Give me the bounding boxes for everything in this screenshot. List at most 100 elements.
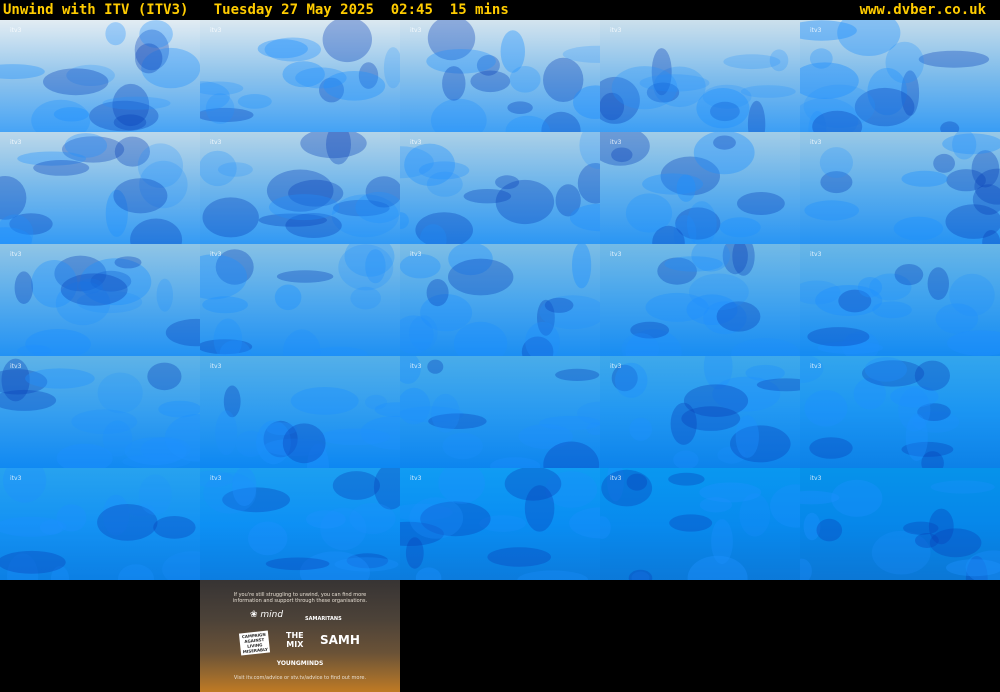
- ink-blob: [430, 98, 487, 132]
- thumbnail-frame[interactable]: itv3: [400, 244, 600, 356]
- thumbnail-frame[interactable]: itv3: [600, 20, 800, 132]
- ink-blob: [200, 150, 237, 187]
- channel-watermark: itv3: [610, 27, 622, 34]
- thumbnail-frame[interactable]: itv3: [400, 132, 600, 244]
- ink-blob: [56, 504, 87, 532]
- thumbnail-frame[interactable]: itv3: [0, 356, 200, 468]
- ink-blob: [2, 468, 47, 503]
- thumbnail-frame[interactable]: itv3: [400, 356, 600, 468]
- ink-blob: [135, 43, 163, 74]
- channel-watermark: itv3: [410, 27, 422, 34]
- ink-blob: [905, 413, 928, 461]
- channel-watermark: itv3: [610, 363, 622, 370]
- ink-blob: [495, 179, 555, 225]
- advice-card-thumbnail[interactable]: If you're still struggling to unwind, yo…: [200, 580, 400, 692]
- ink-blob: [0, 176, 27, 220]
- ink-blob: [696, 88, 750, 129]
- thumbnail-frame[interactable]: itv3: [600, 244, 800, 356]
- ink-blob: [737, 192, 785, 215]
- ink-blob: [415, 567, 442, 580]
- ink-blob: [426, 279, 449, 307]
- ink-blob: [885, 41, 924, 84]
- ink-blob: [139, 20, 173, 48]
- thumbnail-frame[interactable]: itv3: [800, 132, 1000, 244]
- ink-cloud-graphic: [200, 468, 400, 580]
- channel-watermark: itv3: [810, 139, 822, 146]
- ink-blob: [555, 368, 600, 381]
- thumbnail-frame[interactable]: itv3: [800, 356, 1000, 468]
- ink-blob: [431, 393, 460, 433]
- thumbnail-frame[interactable]: itv3: [0, 244, 200, 356]
- thumbnail-frame[interactable]: itv3: [800, 20, 1000, 132]
- thumbnail-frame[interactable]: itv3: [200, 20, 400, 132]
- thumbnail-frame[interactable]: itv3: [800, 244, 1000, 356]
- ink-blob: [831, 479, 883, 517]
- thumbnail-frame[interactable]: itv3: [200, 132, 400, 244]
- youngminds-logo: YOUNGMINDS: [276, 660, 324, 667]
- ink-blob: [713, 135, 736, 150]
- thumbnail-frame[interactable]: itv3: [200, 468, 400, 580]
- ink-blob: [901, 170, 948, 187]
- thumbnail-frame[interactable]: itv3: [0, 468, 200, 580]
- ink-blob: [274, 284, 302, 311]
- ink-cloud-graphic: [600, 468, 800, 580]
- ink-blob: [569, 507, 600, 539]
- thumbnail-frame[interactable]: itv3: [600, 468, 800, 580]
- channel-watermark: itv3: [810, 27, 822, 34]
- ink-blob: [723, 54, 781, 70]
- ink-blob: [165, 318, 200, 347]
- channel-watermark: itv3: [210, 27, 222, 34]
- ink-blob: [213, 318, 243, 356]
- ink-blob: [264, 37, 321, 62]
- ink-blob: [639, 74, 710, 92]
- ink-cloud-graphic: [400, 244, 600, 356]
- ink-blob: [56, 443, 113, 468]
- channel-watermark: itv3: [810, 363, 822, 370]
- thumbnail-frame[interactable]: itv3: [0, 132, 200, 244]
- channel-watermark: itv3: [210, 139, 222, 146]
- channel-watermark: itv3: [810, 251, 822, 258]
- thumbnail-frame[interactable]: itv3: [400, 20, 600, 132]
- channel-watermark: itv3: [410, 139, 422, 146]
- ink-blob: [946, 559, 1000, 577]
- thumbnail-grid: itv3 itv3 itv3 itv3 itv3 itv3 itv3 itv3 itv3 itv3…: [0, 20, 1000, 692]
- thumbnail-frame[interactable]: itv3: [200, 244, 400, 356]
- ink-cloud-graphic: [0, 20, 200, 132]
- ink-blob: [894, 264, 924, 286]
- channel-title: Unwind with ITV (ITV3): [3, 2, 189, 18]
- ink-blob: [153, 516, 196, 539]
- ink-blob: [215, 410, 238, 456]
- ink-blob: [400, 212, 409, 230]
- thumbnail-frame[interactable]: itv3: [400, 468, 600, 580]
- ink-blob: [928, 508, 954, 545]
- ink-blob: [418, 161, 470, 180]
- ink-blob: [114, 256, 142, 269]
- ink-blob: [804, 390, 848, 427]
- ink-blob: [927, 267, 949, 300]
- ink-blob: [947, 330, 1000, 356]
- programme-duration: 15 mins: [449, 2, 509, 18]
- ink-blob: [687, 555, 748, 580]
- thumbnail-frame[interactable]: itv3: [200, 356, 400, 468]
- ink-blob: [600, 516, 611, 539]
- thumbnail-frame[interactable]: itv3: [0, 20, 200, 132]
- ink-blob: [629, 417, 653, 441]
- site-link[interactable]: www.dvber.co.uk: [860, 0, 986, 20]
- channel-watermark: itv3: [10, 363, 22, 370]
- ink-blob: [282, 423, 326, 464]
- ink-blob: [409, 497, 464, 539]
- thumbnail-frame[interactable]: itv3: [800, 468, 1000, 580]
- channel-watermark: itv3: [10, 27, 22, 34]
- ink-cloud-graphic: [400, 132, 600, 244]
- ink-blob: [747, 100, 766, 132]
- ink-blob: [572, 244, 592, 289]
- ink-blob: [442, 66, 466, 101]
- ink-cloud-graphic: [600, 48, 796, 132]
- thumbnail-frame[interactable]: itv3: [600, 132, 800, 244]
- ink-blob: [130, 218, 183, 244]
- ink-cloud-graphic: [0, 133, 188, 244]
- ink-blob: [770, 484, 800, 528]
- thumbnail-frame[interactable]: itv3: [600, 356, 800, 468]
- ink-blob: [162, 551, 200, 580]
- ink-blob: [14, 271, 34, 304]
